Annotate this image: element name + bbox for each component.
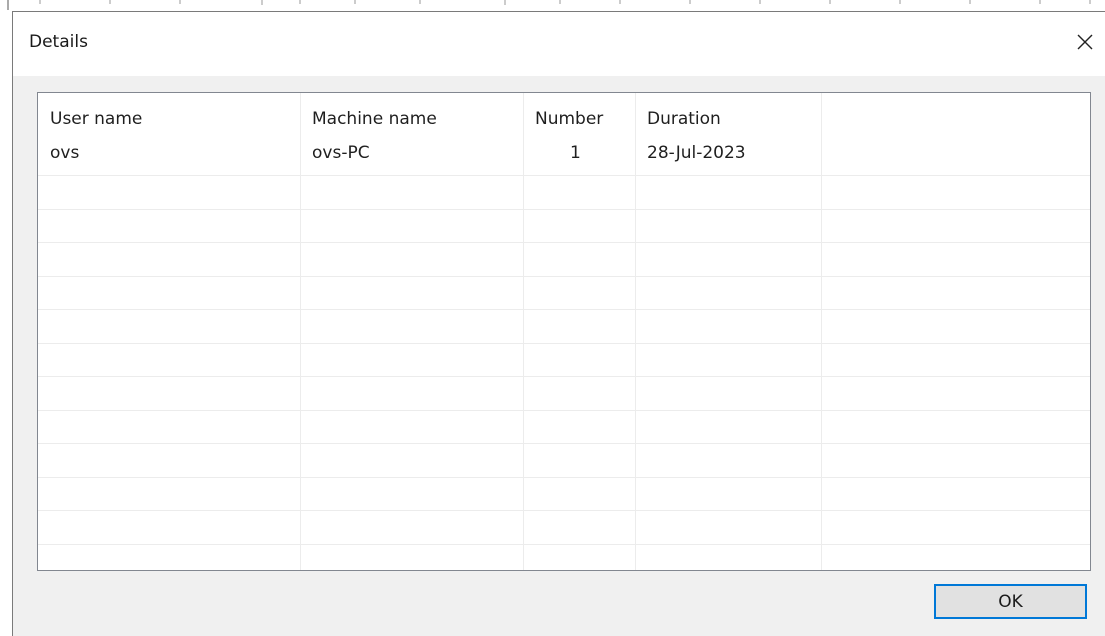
close-button[interactable] <box>1065 22 1105 62</box>
grid-line <box>38 410 1090 411</box>
background-window-edge <box>7 0 1091 10</box>
grid-line <box>38 477 1090 478</box>
column-separator <box>821 93 822 570</box>
grid-line <box>38 544 1090 545</box>
column-header-number[interactable]: Number <box>535 109 603 129</box>
grid-line <box>38 443 1090 444</box>
column-separator <box>523 93 524 570</box>
dialog-title: Details <box>29 32 88 52</box>
grid-line <box>38 309 1090 310</box>
ok-button[interactable]: OK <box>934 584 1087 619</box>
column-header-machine-name[interactable]: Machine name <box>312 109 437 129</box>
grid-line <box>38 175 1090 176</box>
grid-line <box>38 276 1090 277</box>
cell-user-name: ovs <box>50 143 80 163</box>
close-icon <box>1077 34 1093 50</box>
column-header-user-name[interactable]: User name <box>50 109 142 129</box>
details-dialog: Details User name Machine name Number Du… <box>12 11 1105 636</box>
grid-line <box>38 510 1090 511</box>
cell-duration: 28-Jul-2023 <box>647 143 746 163</box>
column-separator <box>300 93 301 570</box>
grid-line <box>38 343 1090 344</box>
grid-line <box>38 242 1090 243</box>
grid-line <box>38 209 1090 210</box>
cell-machine-name: ovs-PC <box>312 143 370 163</box>
cell-number: 1 <box>570 143 581 163</box>
column-separator <box>635 93 636 570</box>
grid-line <box>38 376 1090 377</box>
column-header-duration[interactable]: Duration <box>647 109 721 129</box>
title-bar[interactable]: Details <box>13 12 1105 76</box>
details-list[interactable]: User name Machine name Number Duration o… <box>37 92 1091 571</box>
